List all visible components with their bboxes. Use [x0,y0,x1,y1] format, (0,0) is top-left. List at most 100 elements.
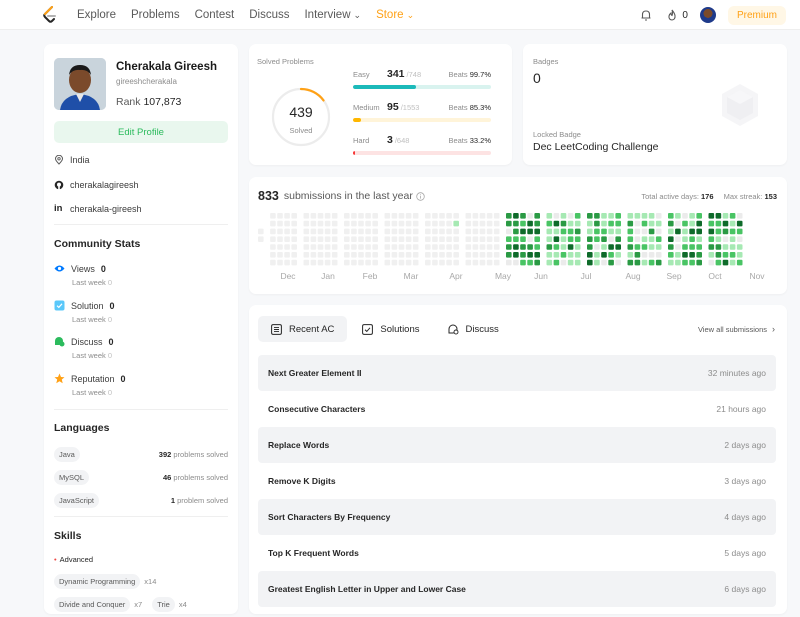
submission-row[interactable]: Remove K Digits 3 days ago [258,463,776,499]
heatmap-cell [453,252,459,258]
submission-title[interactable]: Replace Words [268,440,329,450]
nav-store[interactable]: Store ⌄ [376,9,414,21]
language-tag[interactable]: MySQL [54,470,90,485]
heatmap-cell [412,228,419,235]
view-all-submissions-link[interactable]: View all submissions › [698,324,775,334]
language-tag[interactable]: Java [54,447,80,462]
nav-explore[interactable]: Explore [77,9,116,21]
stat-discuss-subval: 0 [107,351,113,360]
heatmap-cell [479,236,486,242]
heatmap-cell [675,252,681,258]
difficulty-label: Easy [353,70,370,79]
nav-interview[interactable]: Interview ⌄ [304,9,361,21]
heatmap-cell [668,228,674,235]
nav-problems[interactable]: Problems [131,9,180,21]
heatmap-cell [391,213,398,219]
heatmap-cell [534,236,540,242]
heatmap-cell [351,252,357,258]
heatmap-cell [331,252,338,258]
heatmap-cell [324,259,331,266]
skill-tag[interactable]: Divide and Conquer [54,597,131,612]
submission-title[interactable]: Sort Characters By Frequency [268,512,390,522]
heatmap-cell [648,228,655,235]
nav-interview-label: Interview [304,9,351,21]
submission-row[interactable]: Greatest English Letter in Upper and Low… [258,571,776,607]
submission-row[interactable]: Top K Frequent Words 5 days ago [258,535,776,571]
submission-row[interactable]: Replace Words 2 days ago [258,427,776,463]
skills-title: Skills [54,530,82,542]
solved-total-label: Solved [289,126,313,135]
heatmap-cell [689,259,695,266]
skill-tag[interactable]: Trie [152,597,175,612]
heatmap-cell [601,244,607,250]
submission-title[interactable]: Greatest English Letter in Upper and Low… [268,584,466,594]
profile-avatar[interactable] [54,58,106,110]
nav-contest[interactable]: Contest [195,9,235,21]
heatmap-cell [567,244,574,250]
edit-profile-button[interactable]: Edit Profile [54,121,228,143]
heatmap-cell [384,213,391,219]
heatmap-cell [729,236,736,242]
submission-row[interactable]: Consecutive Characters 21 hours ago [258,391,776,427]
heatmap-cell [668,244,674,250]
submission-title[interactable]: Next Greater Element II [268,368,362,378]
heatmap-cell [696,228,702,235]
stat-views-sub: Last week [72,278,106,287]
solved-total: 439 [289,104,313,120]
heatmap-cell [472,213,479,219]
heatmap-cell [574,252,581,258]
heatmap-cell [722,220,729,227]
heatmap-cell [412,236,419,242]
submission-row[interactable]: Sort Characters By Frequency 4 days ago [258,499,776,535]
user-avatar[interactable] [699,7,716,23]
heatmap-cell [648,236,655,242]
heatmap-cell [527,213,533,219]
heatmap-cell [574,236,581,242]
heatmap-cell [412,252,419,258]
linkedin-row[interactable]: in cherakala-gireesh [54,203,142,214]
locked-badge-hexagon-icon[interactable] [718,82,762,128]
list-icon [271,323,282,335]
heatmap-cell [689,213,695,219]
difficulty-bar [353,118,491,122]
language-tag[interactable]: JavaScript [54,493,100,508]
heatmap-cell [358,259,364,266]
recent-tabs: Recent AC Solutions Discuss [258,316,514,342]
nav-discuss[interactable]: Discuss [249,9,289,21]
info-icon[interactable] [416,191,425,201]
beats-value: 99.7% [469,70,491,79]
heatmap-cell [520,220,526,227]
submission-title[interactable]: Remove K Digits [268,476,336,486]
heatmap-cell [398,259,405,266]
month-label: Feb [362,271,378,281]
tab-solutions[interactable]: Solutions [349,316,432,342]
heatmap-cell [453,213,459,219]
submission-title[interactable]: Consecutive Characters [268,404,365,414]
heatmap-cell [372,236,378,242]
heatmap-cell [587,244,593,250]
star-icon [54,373,65,384]
heatmap-cell [453,244,459,250]
linkedin-link[interactable]: cherakala-gireesh [70,204,142,214]
difficulty-total: /1553 [400,103,420,112]
heatmap-cell [291,228,297,235]
heatmap-cell [384,252,391,258]
tab-recent-ac[interactable]: Recent AC [258,316,348,342]
heatmap-cell [506,236,512,242]
skill-tag[interactable]: Dynamic Programming [54,574,141,589]
tab-discuss[interactable]: Discuss [435,316,512,342]
leetcode-logo-icon[interactable] [43,6,57,24]
difficulty-count: 341 [387,68,405,80]
heatmap-cell [634,236,641,242]
bell-icon[interactable] [639,8,653,22]
heatmap-cell [365,228,371,235]
heatmap-cell [560,228,567,235]
github-row[interactable]: cherakalagireesh [54,180,139,190]
heatmap-cell [587,213,593,219]
stat-reputation: Reputation 0 Last week 0 [54,373,126,397]
github-link[interactable]: cherakalagireesh [70,180,139,190]
premium-button[interactable]: Premium [727,5,786,25]
streak-counter[interactable]: 0 [665,8,688,22]
submission-row[interactable]: Next Greater Element II 32 minutes ago [258,355,776,391]
submission-title[interactable]: Top K Frequent Words [268,548,359,558]
